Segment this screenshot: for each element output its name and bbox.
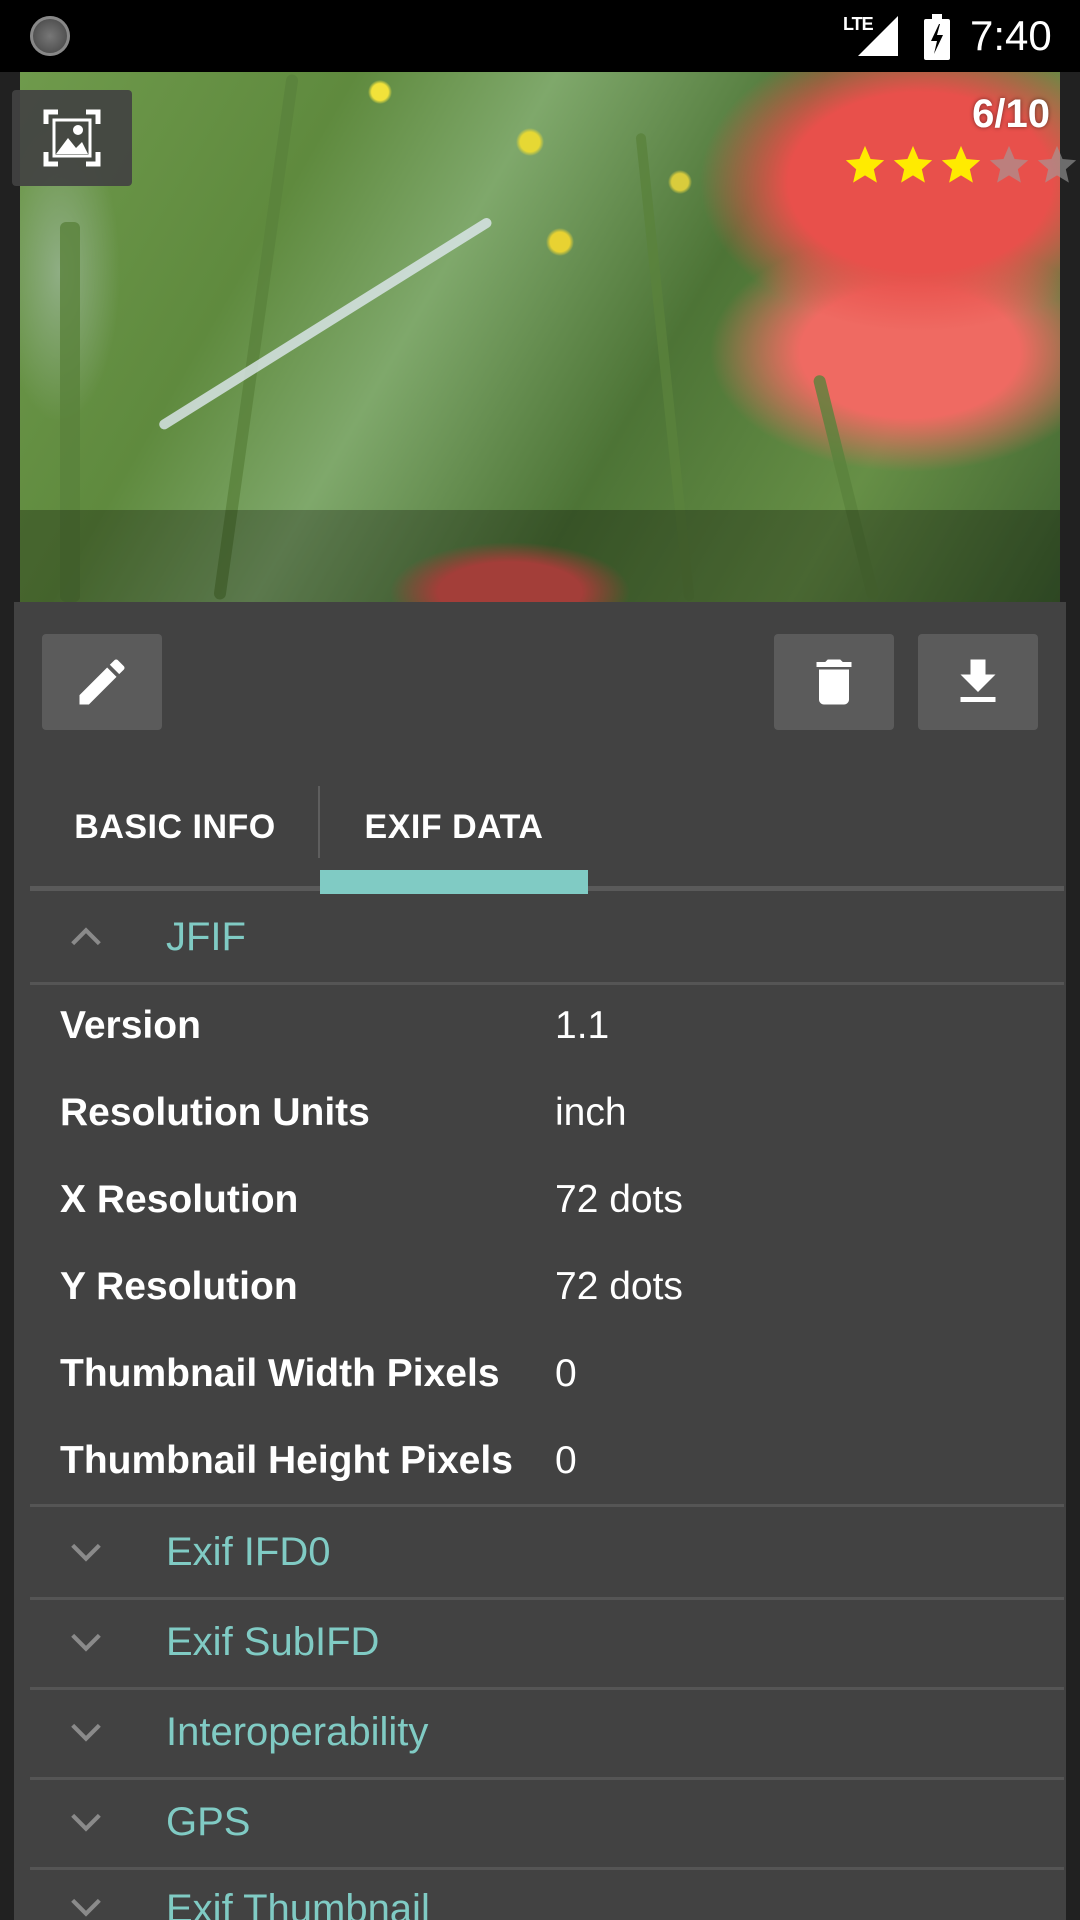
exif-value: 72 dots	[555, 1264, 683, 1308]
download-button[interactable]	[918, 634, 1038, 730]
star-empty-icon[interactable]	[1034, 142, 1080, 188]
section-title: Exif IFD0	[166, 1529, 331, 1574]
edit-button[interactable]	[42, 634, 162, 730]
chevron-down-icon	[71, 1543, 101, 1562]
section-header-interoperability[interactable]: Interoperability	[30, 1687, 1064, 1780]
rating-stars[interactable]	[842, 142, 1080, 190]
chevron-down-icon	[71, 1813, 101, 1832]
fullscreen-image-icon	[43, 109, 101, 167]
exif-row: Resolution Units inch	[60, 1069, 1050, 1156]
section-title: Interoperability	[166, 1709, 429, 1754]
info-panel: BASIC INFO EXIF DATA JFIF Version 1.1 Re…	[14, 602, 1066, 1920]
exif-value: 0	[555, 1438, 577, 1482]
rating-label: 6/10	[972, 92, 1050, 136]
exif-key: Resolution Units	[60, 1090, 370, 1134]
download-icon	[960, 659, 996, 702]
photo-detail	[157, 216, 494, 432]
exif-key: Thumbnail Height Pixels	[60, 1438, 513, 1482]
signal-icon	[858, 16, 898, 56]
battery-charging-icon	[924, 14, 950, 60]
exif-key: Y Resolution	[60, 1264, 298, 1308]
exif-value: 72 dots	[555, 1177, 683, 1221]
section-title: Exif Thumbnail	[166, 1887, 430, 1920]
section-header-gps[interactable]: GPS	[30, 1777, 1064, 1870]
exif-row: Y Resolution 72 dots	[60, 1243, 1050, 1330]
section-title: Exif SubIFD	[166, 1619, 380, 1664]
exif-value: 0	[555, 1351, 577, 1395]
exif-row: Version 1.1	[60, 982, 1050, 1069]
chevron-down-icon	[71, 1898, 101, 1917]
section-header-jfif[interactable]: JFIF	[30, 892, 1064, 985]
star-filled-icon[interactable]	[890, 142, 936, 188]
section-header-exif-subifd[interactable]: Exif SubIFD	[30, 1597, 1064, 1690]
chevron-down-icon	[71, 1633, 101, 1652]
star-empty-icon[interactable]	[986, 142, 1032, 188]
pencil-icon	[79, 659, 125, 705]
delete-button[interactable]	[774, 634, 894, 730]
view-fullscreen-button[interactable]	[12, 90, 132, 186]
screen: LTE 7:40 6/10 BASIC INFO EXIF DATA JFIF …	[0, 0, 1080, 1920]
exif-value: inch	[555, 1090, 627, 1134]
exif-key: Version	[60, 1003, 201, 1047]
trash-icon	[816, 659, 852, 705]
chevron-down-icon	[71, 1723, 101, 1742]
section-title: GPS	[166, 1799, 251, 1844]
status-bar: LTE 7:40	[0, 0, 1080, 72]
exif-key: X Resolution	[60, 1177, 299, 1221]
star-filled-icon[interactable]	[842, 142, 888, 188]
section-title: JFIF	[166, 914, 246, 959]
exif-key: Thumbnail Width Pixels	[60, 1351, 500, 1395]
exif-row: Thumbnail Width Pixels 0	[60, 1330, 1050, 1417]
tab-active-indicator	[320, 870, 588, 894]
exif-value: 1.1	[555, 1003, 610, 1047]
status-time: 7:40	[970, 12, 1052, 59]
star-filled-icon[interactable]	[938, 142, 984, 188]
section-header-exif-ifd0[interactable]: Exif IFD0	[30, 1504, 1064, 1600]
photo-shade	[20, 510, 1060, 602]
tab-basic-info[interactable]: BASIC INFO	[30, 762, 320, 892]
chevron-up-icon	[71, 927, 101, 946]
tab-bar: BASIC INFO EXIF DATA	[30, 762, 1064, 894]
loading-circle-icon	[30, 16, 70, 56]
exif-row: X Resolution 72 dots	[60, 1156, 1050, 1243]
section-header-exif-thumbnail[interactable]: Exif Thumbnail	[30, 1867, 1064, 1920]
exif-row: Thumbnail Height Pixels 0	[60, 1417, 1050, 1504]
